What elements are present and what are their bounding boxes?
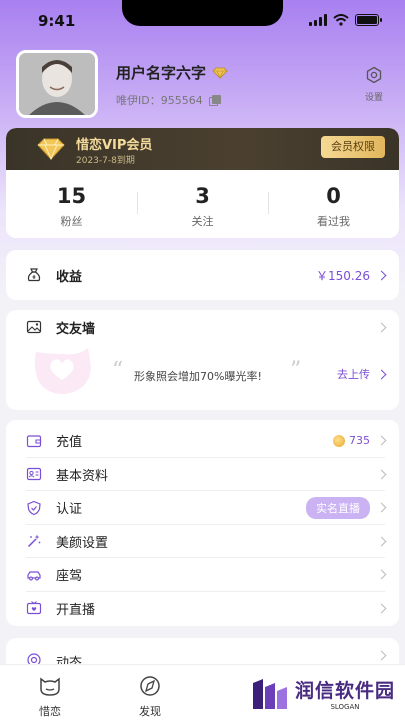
status-time: 9:41 — [38, 12, 76, 30]
earnings-value: ￥150.26 — [316, 268, 370, 283]
friend-wall-title: 交友墙 — [56, 321, 96, 337]
vip-title: 惜恋VIP会员 — [76, 138, 153, 153]
chevron-right-icon — [376, 469, 387, 480]
tab-label: 惜恋 — [39, 705, 61, 718]
car-icon — [27, 571, 41, 581]
friend-wall-card: 交友墙 “ 形象照会增加70%曝光率! ” 去上传 — [6, 310, 399, 410]
vip-privileges-button[interactable]: 会员权限 — [321, 136, 385, 158]
menu-item-label: 充值 — [56, 435, 83, 451]
earnings-label: 收益 — [56, 269, 83, 285]
menu-item-verification[interactable]: 认证 实名直播 — [6, 491, 399, 525]
upload-button[interactable]: 去上传 — [337, 366, 387, 382]
vip-banner[interactable]: 惜恋VIP会员 2023-7-8到期 会员权限 — [6, 128, 399, 170]
friend-wall-tip: 形象照会增加70%曝光率! — [134, 370, 262, 383]
menu-item-recharge[interactable]: 充值 735 — [6, 424, 399, 458]
chevron-right-icon — [376, 435, 387, 446]
chevron-right-icon — [376, 502, 387, 513]
image-icon — [26, 320, 42, 334]
menu-item-label: 美颜设置 — [56, 535, 109, 551]
stat-label: 看过我 — [317, 215, 350, 228]
stat-label: 粉丝 — [60, 215, 83, 228]
settings-label: 设置 — [364, 93, 383, 103]
cellular-signal-icon — [309, 14, 327, 26]
watermark-logo — [252, 679, 287, 709]
watermark: 润信软件园 SLOGAN — [250, 672, 395, 714]
wifi-icon — [333, 14, 349, 26]
menu-item-beauty-settings[interactable]: 美颜设置 — [6, 525, 399, 558]
vip-crown-diamond-icon — [37, 138, 65, 160]
tab-xilian[interactable]: 惜恋 — [0, 665, 100, 720]
money-bag-icon — [27, 268, 41, 282]
device-notch — [122, 0, 283, 26]
menu-item-label: 座驾 — [56, 569, 83, 585]
stat-visitors[interactable]: 0 看过我 — [268, 170, 399, 238]
menu-item-label: 基本资料 — [56, 468, 109, 484]
menu-item-label: 认证 — [56, 502, 83, 518]
username: 用户名字六字 — [116, 64, 207, 82]
copy-icon[interactable] — [208, 95, 221, 106]
shield-icon — [27, 500, 41, 515]
chevron-right-icon — [376, 536, 387, 547]
earnings-card[interactable]: 收益 ￥150.26 — [6, 250, 399, 300]
gear-icon — [366, 66, 382, 84]
chevron-right-icon — [376, 603, 387, 614]
upload-label: 去上传 — [337, 368, 370, 381]
stat-value: 3 — [195, 184, 210, 208]
menu-item-vehicle[interactable]: 座驾 — [6, 558, 399, 592]
tab-discover[interactable]: 发现 — [100, 665, 200, 720]
battery-icon — [355, 14, 382, 26]
user-id: 唯伊ID：955564 — [116, 94, 203, 107]
chevron-right-icon — [376, 569, 387, 580]
stat-value: 15 — [56, 184, 87, 208]
menu-item-label: 开直播 — [56, 602, 96, 618]
coin-icon — [333, 434, 345, 447]
menu-item-profile-info[interactable]: 基本资料 — [6, 458, 399, 491]
status-bar: 9:41 — [0, 0, 405, 44]
friend-wall-header[interactable]: 交友墙 — [6, 310, 399, 344]
wallet-icon — [26, 435, 42, 447]
vip-expire-date: 2023-7-8到期 — [76, 156, 135, 166]
chevron-right-icon — [376, 322, 387, 332]
settings-button[interactable]: 设置 — [359, 66, 389, 103]
compass-icon — [140, 676, 160, 696]
stat-label: 关注 — [191, 215, 214, 228]
chevron-right-icon — [376, 270, 387, 280]
stats-row: 15 粉丝 3 关注 0 看过我 — [6, 170, 399, 238]
chevron-right-icon — [376, 369, 387, 379]
tab-label: 发现 — [139, 705, 161, 718]
magic-wand-icon — [27, 534, 41, 548]
quote-open-icon: “ — [112, 358, 124, 383]
stat-following[interactable]: 3 关注 — [137, 170, 268, 238]
stat-value: 0 — [326, 184, 341, 208]
heart-bubble-decoration — [34, 348, 91, 395]
status-icons — [309, 14, 382, 26]
vip-diamond-icon — [212, 67, 228, 79]
chevron-right-icon — [376, 650, 387, 661]
avatar[interactable] — [16, 50, 98, 118]
coin-balance: 735 — [349, 434, 370, 448]
watermark-title: 润信软件园 — [294, 679, 395, 702]
live-tv-icon — [26, 601, 42, 615]
id-card-icon — [26, 468, 42, 481]
menu-item-go-live[interactable]: 开直播 — [6, 592, 399, 626]
watermark-slogan: SLOGAN — [330, 702, 360, 711]
vip-stats-card: 惜恋VIP会员 2023-7-8到期 会员权限 15 粉丝 3 关注 0 看过我 — [6, 128, 399, 238]
profile-header: 用户名字六字 唯伊ID：955564 设置 — [16, 50, 389, 120]
verification-badge: 实名直播 — [306, 496, 370, 519]
settings-menu: 充值 735 基本资料 认证 实名直播 美颜设置 座驾 开直播 — [6, 420, 399, 626]
stat-followers[interactable]: 15 粉丝 — [6, 170, 137, 238]
quote-close-icon: ” — [290, 358, 302, 383]
cat-face-icon — [40, 677, 60, 696]
